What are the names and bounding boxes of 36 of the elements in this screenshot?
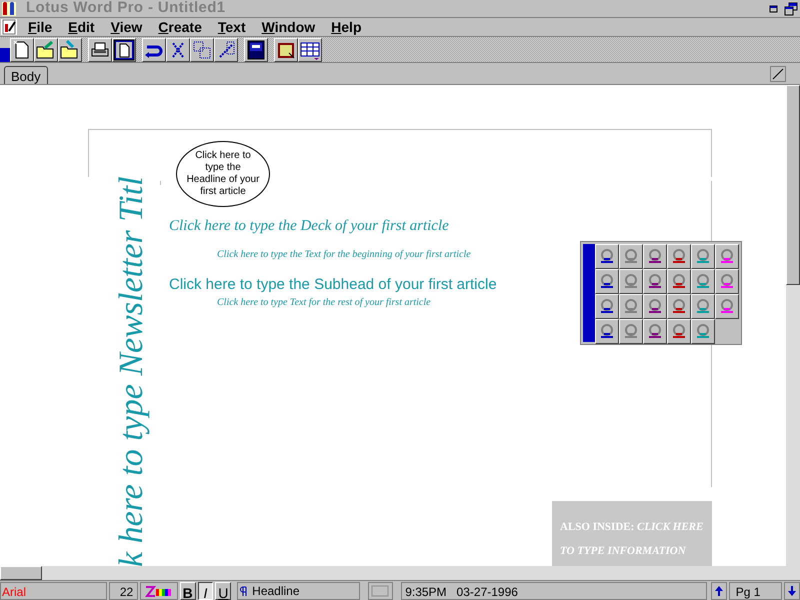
subhead-text: Click here to type the Subhead of your first article xyxy=(169,275,497,295)
palette-handle[interactable] xyxy=(583,244,595,342)
menu-item[interactable]: Window xyxy=(256,16,322,38)
menu-item[interactable]: Edit xyxy=(62,16,101,38)
restore-window-icon[interactable] xyxy=(784,2,798,16)
paragraph-style-selector[interactable]: Headline xyxy=(237,582,360,600)
horizontal-scrollbar[interactable] xyxy=(0,566,800,580)
deck-text: Click here to type the Deck of your first article xyxy=(169,217,449,236)
font-size-selector[interactable]: 22 xyxy=(108,582,138,600)
page-number-display[interactable]: Pg 1 xyxy=(728,582,782,600)
copy-icon[interactable] xyxy=(191,38,213,60)
tab[interactable]: Body xyxy=(4,66,48,84)
menu-item[interactable]: View xyxy=(104,16,148,38)
spell-check-icon[interactable] xyxy=(368,582,394,600)
text-style-button[interactable]: U xyxy=(215,582,232,600)
menu-item[interactable]: Text xyxy=(212,16,252,38)
document-icon[interactable] xyxy=(1,19,17,35)
body-text: Click here to type the Text for the beginning of your first article xyxy=(217,248,471,262)
text-style-button[interactable]: I xyxy=(198,582,214,600)
vertical-scrollbar[interactable] xyxy=(786,85,800,566)
minimize-icon[interactable] xyxy=(768,4,778,14)
newsletter-title-text: k here to type Newsletter Titl xyxy=(112,176,151,566)
toolbar-menu-handle[interactable] xyxy=(0,38,10,62)
text-color-icon[interactable] xyxy=(140,582,178,600)
window-title: Lotus Word Pro - Untitled1 xyxy=(26,0,226,18)
menu-item[interactable]: Help xyxy=(325,16,368,38)
menu-item[interactable]: Create xyxy=(152,16,208,38)
headline-callout: Click here to type the Headline of your first article xyxy=(176,141,270,207)
text-style-button[interactable]: B xyxy=(180,582,196,600)
app-icon[interactable] xyxy=(1,0,17,16)
menu-item[interactable]: File xyxy=(22,16,58,38)
date-time-display[interactable]: 9:35PM 03-27-1996 xyxy=(401,582,707,600)
spell-check-book-icon[interactable] xyxy=(245,38,267,60)
page-preview-icon[interactable] xyxy=(113,38,135,60)
paragraph-mark-icon xyxy=(240,586,248,596)
body-text: Click here to type Text for the rest of your first article xyxy=(217,296,431,310)
